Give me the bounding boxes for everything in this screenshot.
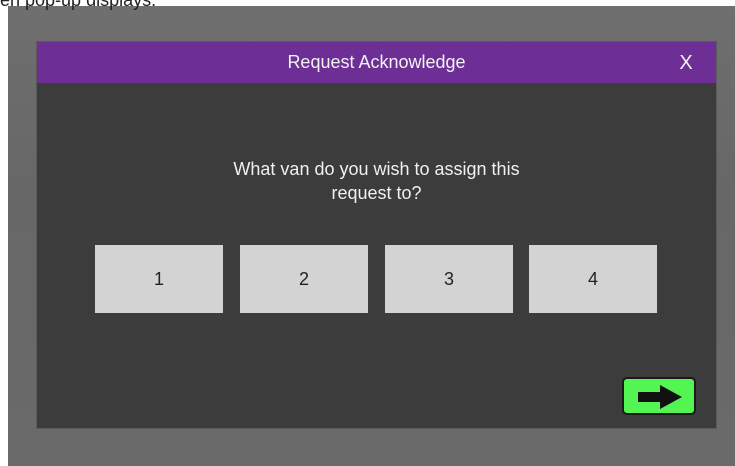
question-line-2: request to?: [331, 183, 422, 203]
dialog-title: Request Acknowledge: [287, 52, 466, 72]
van-1-button[interactable]: 1: [95, 245, 223, 313]
close-button[interactable]: X: [674, 51, 698, 75]
background-text: en pop-up displays.: [0, 0, 157, 10]
next-button[interactable]: [622, 377, 696, 415]
van-4-button[interactable]: 4: [529, 245, 657, 313]
van-3-button[interactable]: 3: [385, 245, 513, 313]
request-acknowledge-dialog: Request Acknowledge X What van do you wi…: [37, 42, 716, 428]
arrow-right-icon: [638, 385, 682, 409]
van-2-button[interactable]: 2: [240, 245, 368, 313]
question-line-1: What van do you wish to assign this: [233, 159, 520, 179]
dialog-title-bar: Request Acknowledge X: [37, 42, 716, 83]
dialog-question: What van do you wish to assign this requ…: [137, 157, 616, 205]
background-text-fragment: en pop-up displays.: [0, 0, 260, 12]
